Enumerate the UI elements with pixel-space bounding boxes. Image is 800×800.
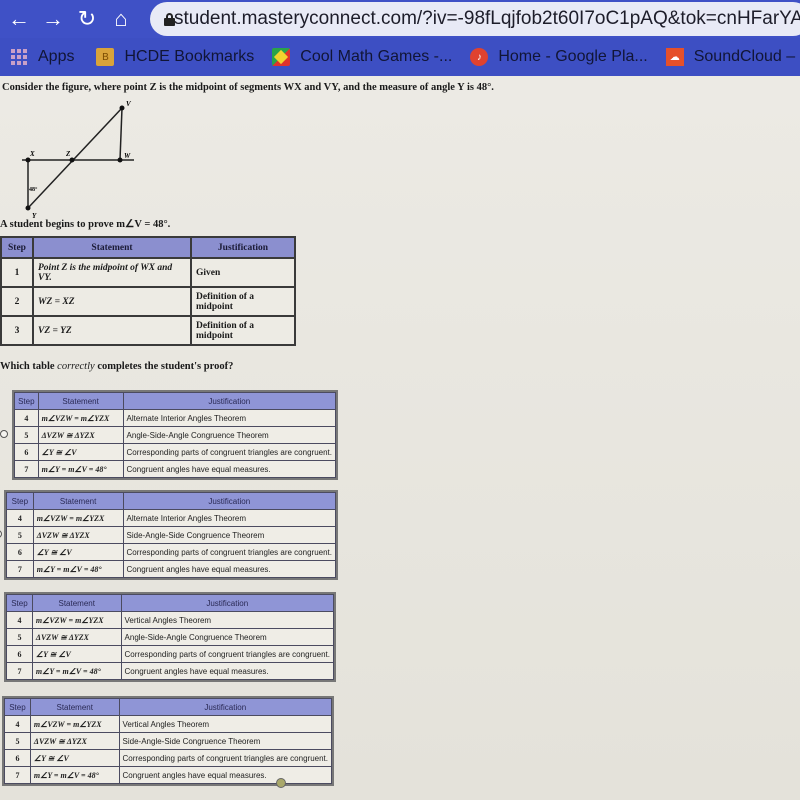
segment-vw	[119, 107, 123, 161]
cell-step: 1	[0, 257, 34, 288]
apps-grid-icon	[10, 48, 28, 66]
browser-toolbar: ← → ↻ ⌂ student.masteryconnect.com/?iv=-…	[0, 0, 800, 38]
proof-intro: A student begins to prove m∠V = 48°.	[0, 219, 171, 230]
table-row: 6 ∠Y ≅ ∠V Corresponding parts of congruent…	[14, 443, 337, 461]
header-step: Step	[0, 236, 34, 259]
table-row: 5 ΔVZW ≅ ΔYZX Side-Angle-Side Congruence T…	[4, 732, 333, 750]
header-statement: Statement	[32, 492, 124, 510]
header-statement: Statement	[29, 698, 120, 716]
label-z: Z	[65, 150, 71, 158]
header-justification: Justification	[122, 492, 337, 510]
label-w: W	[124, 152, 131, 160]
arrow-right-icon: →	[42, 6, 64, 31]
question-ask: Which table correctly completes the stud…	[0, 361, 234, 372]
bookmark-label: Apps	[38, 48, 75, 65]
bookmark-label: Cool Math Games -...	[300, 48, 453, 65]
cell-statement: Point Z is the midpoint of WX and VY.	[32, 257, 192, 288]
cell-step: 3	[0, 315, 34, 346]
header-step: Step	[6, 594, 33, 612]
page-content: Consider the figure, where point Z is th…	[0, 76, 800, 800]
table-row: 1 Point Z is the midpoint of WX and VY. …	[0, 257, 296, 288]
table-row: 6 ∠Y ≅ ∠V Corresponding parts of congruent…	[6, 645, 335, 663]
cell-step: 2	[0, 286, 34, 317]
cell-statement: VZ = YZ	[32, 315, 192, 346]
point-v	[119, 105, 125, 111]
label-v: V	[126, 100, 132, 108]
bookmark-label: Home - Google Pla...	[498, 48, 648, 65]
header-statement: Statement	[32, 236, 192, 259]
table-row: 4 m∠VZW = m∠YZX Alternate Interior Angles …	[6, 509, 337, 527]
bookmark-cool-math-games[interactable]: Cool Math Games -...	[272, 48, 452, 66]
bookmark-hcde[interactable]: B HCDE Bookmarks	[96, 48, 254, 66]
table-row: 2 WZ = XZ Definition of a midpoint	[0, 286, 296, 317]
header-step: Step	[4, 698, 31, 716]
bookmark-label: SoundCloud – Liste...	[693, 48, 800, 65]
table-row: 5 ΔVZW ≅ ΔYZX Angle-Side-Angle Congruence …	[14, 426, 337, 444]
cursor-icon	[276, 778, 286, 788]
folder-icon: B	[96, 48, 115, 66]
table-row: 5 ΔVZW ≅ ΔYZX Side-Angle-Side Congruence T…	[6, 526, 337, 544]
soundcloud-icon: ☁	[665, 48, 684, 66]
radio-choice-b[interactable]	[0, 530, 2, 538]
table-row: 4 m∠VZW = m∠YZX Vertical Angles Theorem	[4, 715, 333, 733]
address-bar[interactable]: student.masteryconnect.com/?iv=-98fLqjfo…	[150, 2, 800, 36]
header-justification: Justification	[122, 392, 337, 410]
reload-button[interactable]: ↻	[72, 4, 102, 34]
header-justification: Justification	[120, 594, 335, 612]
cell-justification: Definition of a midpoint	[190, 286, 296, 317]
choice-a[interactable]: Step Statement Justification 4 m∠VZW = m∠…	[0, 390, 338, 480]
point-x	[25, 157, 31, 163]
given-proof-table: Step Statement Justification 1 Point Z i…	[0, 236, 296, 346]
header-statement: Statement	[37, 392, 124, 410]
cell-statement: WZ = XZ	[32, 286, 192, 317]
table-row: 7 m∠Y = m∠V = 48° Congruent angles have eq…	[14, 460, 337, 478]
header-step: Step	[6, 492, 34, 510]
google-play-music-icon: ♪	[470, 48, 489, 66]
table-row: 4 m∠VZW = m∠YZX Alternate Interior Angles …	[14, 409, 337, 427]
bookmark-label: HCDE Bookmarks	[124, 48, 255, 65]
segment-vy	[27, 107, 123, 209]
bookmarks-bar: Apps B HCDE Bookmarks Cool Math Games -.…	[0, 38, 800, 76]
table-row: 3 VZ = YZ Definition of a midpoint	[0, 315, 296, 346]
point-z	[69, 157, 75, 163]
home-button[interactable]: ⌂	[106, 4, 136, 34]
arrow-left-icon: ←	[8, 6, 30, 31]
radio-choice-a[interactable]	[0, 430, 8, 438]
header-justification: Justification	[190, 236, 296, 259]
table-row: 5 ΔVZW ≅ ΔYZX Angle-Side-Angle Congruence …	[6, 628, 335, 646]
cell-justification: Definition of a midpoint	[190, 315, 296, 346]
point-w	[117, 157, 123, 163]
table-row: 7 m∠Y = m∠V = 48° Congruent angles have eq…	[6, 662, 335, 680]
choice-table: Step Statement Justification 4 m∠VZW = m∠…	[14, 392, 337, 478]
choice-c[interactable]: Step Statement Justification 4 m∠VZW = m∠…	[0, 592, 336, 682]
header-justification: Justification	[118, 698, 333, 716]
label-angle-y: 48°	[29, 186, 38, 193]
table-row: 6 ∠Y ≅ ∠V Corresponding parts of congruent…	[6, 543, 337, 561]
bookmark-apps[interactable]: Apps	[10, 48, 74, 66]
table-row: 6 ∠Y ≅ ∠V Corresponding parts of congruent…	[4, 749, 333, 767]
choice-b[interactable]: Step Statement Justification 4 m∠VZW = m∠…	[0, 490, 338, 580]
url-text[interactable]: student.masteryconnect.com/?iv=-98fLqjfo…	[174, 8, 800, 30]
choice-d[interactable]: Step Statement Justification 4 m∠VZW = m∠…	[0, 696, 334, 786]
header-step: Step	[14, 392, 39, 410]
reload-icon: ↻	[77, 6, 97, 31]
choice-table: Step Statement Justification 4 m∠VZW = m∠…	[6, 594, 335, 680]
choice-table: Step Statement Justification 4 m∠VZW = m∠…	[6, 492, 337, 578]
cool-math-games-icon	[272, 48, 291, 66]
bookmark-google-play[interactable]: ♪ Home - Google Pla...	[470, 48, 648, 66]
table-row: 7 m∠Y = m∠V = 48° Congruent angles have eq…	[6, 560, 337, 578]
geometry-figure: V X Z W Y 48°	[22, 100, 134, 220]
home-icon: ⌂	[114, 6, 128, 31]
cell-justification: Given	[190, 257, 296, 288]
back-button[interactable]: ←	[4, 4, 34, 34]
question-prompt: Consider the figure, where point Z is th…	[2, 82, 494, 93]
label-x: X	[29, 150, 35, 158]
forward-button[interactable]: →	[38, 4, 68, 34]
table-row: 4 m∠VZW = m∠YZX Vertical Angles Theorem	[6, 611, 335, 629]
bookmark-soundcloud[interactable]: ☁ SoundCloud – Liste...	[665, 48, 800, 66]
choice-table: Step Statement Justification 4 m∠VZW = m∠…	[4, 698, 333, 784]
header-statement: Statement	[31, 594, 122, 612]
point-y	[25, 205, 31, 211]
